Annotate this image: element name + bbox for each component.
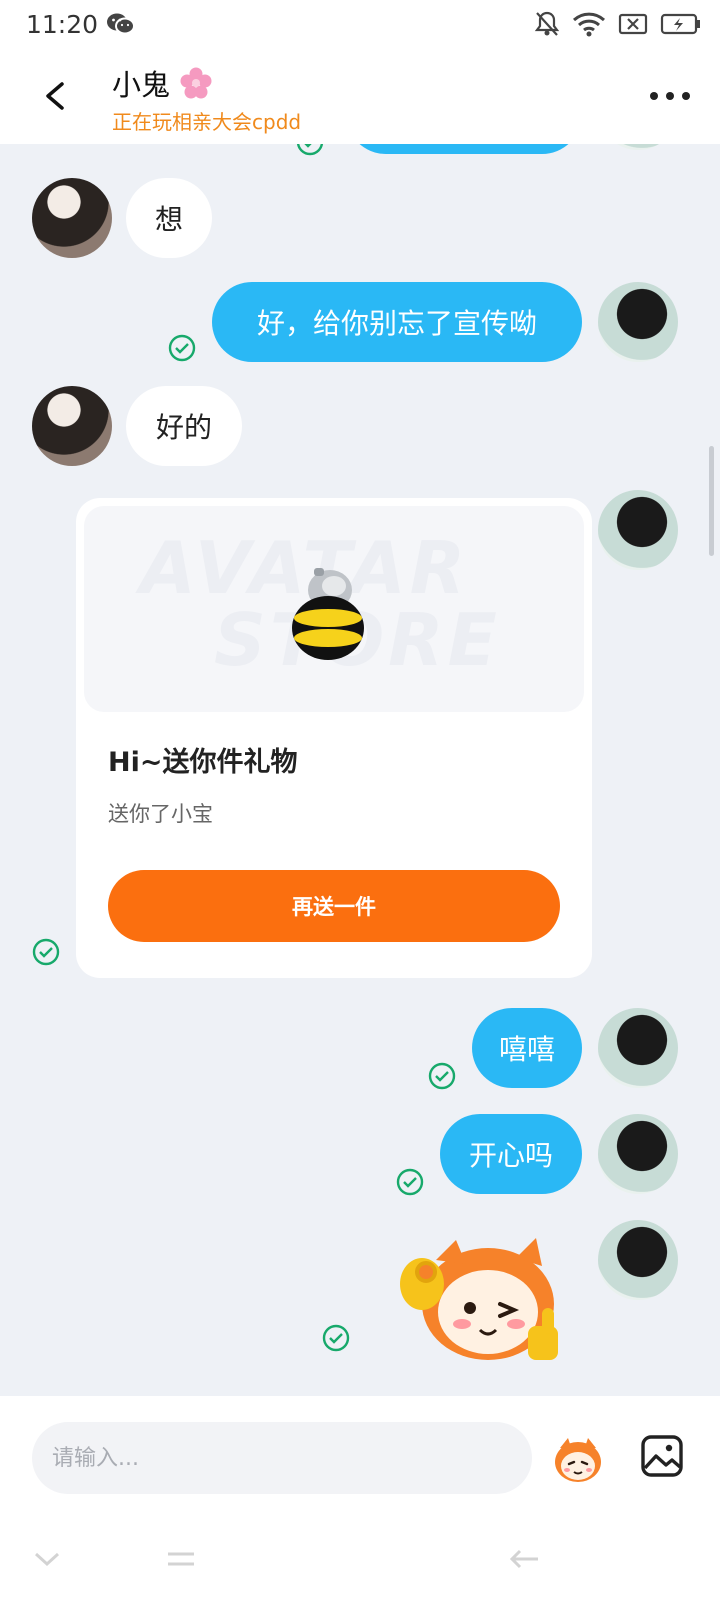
contact-name: 小鬼 xyxy=(112,68,171,102)
contact-avatar[interactable] xyxy=(32,386,112,466)
status-icons xyxy=(534,10,702,42)
send-another-button[interactable]: 再送一件 xyxy=(108,870,560,942)
read-check-icon xyxy=(428,1062,456,1090)
chevron-left-icon xyxy=(46,82,64,110)
image-button[interactable] xyxy=(640,1434,684,1478)
more-dot-icon xyxy=(666,92,674,100)
contact-avatar[interactable] xyxy=(32,178,112,258)
message-input[interactable] xyxy=(32,1422,532,1494)
image-icon xyxy=(641,1435,683,1477)
contact-name-row[interactable]: 小鬼 xyxy=(112,62,213,104)
status-bar: 11:20 xyxy=(0,0,720,48)
message-bubble-sent[interactable]: 好，给你别忘了宣传呦 xyxy=(212,282,582,362)
more-dot-icon xyxy=(682,92,690,100)
wechat-icon xyxy=(106,12,136,40)
read-check-icon xyxy=(322,1324,350,1352)
message-list[interactable]: 想 好，给你别忘了宣传呦 好的 AVATAR STORE Hi~送你件礼物 送你… xyxy=(0,144,720,1396)
monkey-sticker-icon xyxy=(555,1438,601,1482)
chat-scrollbar[interactable] xyxy=(709,446,714,556)
message-bubble-received[interactable]: 好的 xyxy=(126,386,242,466)
system-nav-bar xyxy=(0,1520,720,1600)
gift-card[interactable]: AVATAR STORE Hi~送你件礼物 送你了小宝 再送一件 xyxy=(76,498,592,978)
nav-back-icon[interactable] xyxy=(508,1544,542,1574)
sakura-icon xyxy=(179,67,213,102)
no-sim-icon xyxy=(618,13,648,39)
message-bubble-partial[interactable] xyxy=(346,144,582,154)
my-avatar[interactable] xyxy=(598,1220,678,1300)
gift-image: AVATAR STORE xyxy=(84,506,584,712)
contact-status: 正在玩相亲大会cpdd xyxy=(112,110,302,134)
status-time: 11:20 xyxy=(26,10,99,39)
nav-down-icon[interactable] xyxy=(30,1544,64,1574)
more-options-button[interactable] xyxy=(650,86,690,106)
my-avatar[interactable] xyxy=(598,1008,678,1088)
my-avatar[interactable] xyxy=(598,1114,678,1194)
my-avatar[interactable] xyxy=(598,282,678,362)
message-bubble-received[interactable]: 想 xyxy=(126,178,212,258)
chat-header: 小鬼 正在玩相亲大会cpdd xyxy=(0,48,720,144)
read-check-icon xyxy=(396,1168,424,1196)
wifi-icon xyxy=(572,11,606,41)
bee-gift-icon xyxy=(292,568,364,660)
read-check-icon xyxy=(296,144,324,156)
message-bubble-sent[interactable]: 开心吗 xyxy=(440,1114,582,1194)
message-bubble-sent[interactable]: 嘻嘻 xyxy=(472,1008,582,1088)
sticker-button[interactable] xyxy=(552,1434,604,1486)
ok-sticker-icon[interactable] xyxy=(396,1230,572,1368)
input-bar xyxy=(0,1396,720,1520)
battery-charging-icon xyxy=(660,13,702,39)
bell-muted-icon xyxy=(534,10,560,42)
read-check-icon xyxy=(32,938,60,966)
nav-menu-icon[interactable] xyxy=(164,1544,198,1574)
my-avatar[interactable] xyxy=(598,490,678,570)
gift-description: 送你了小宝 xyxy=(108,802,213,826)
more-dot-icon xyxy=(650,92,658,100)
read-check-icon xyxy=(168,334,196,362)
gift-title: Hi~送你件礼物 xyxy=(108,747,298,778)
back-button[interactable] xyxy=(34,72,74,120)
my-avatar[interactable] xyxy=(598,144,678,150)
